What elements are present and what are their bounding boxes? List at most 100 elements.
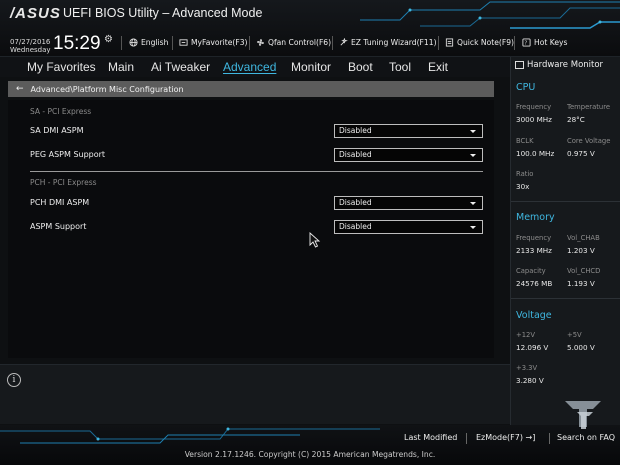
time-settings-gear-icon[interactable]: ⚙ xyxy=(104,34,113,45)
hot-keys-button[interactable]: ? Hot Keys xyxy=(521,37,567,47)
note-icon xyxy=(444,37,454,47)
language-button[interactable]: English xyxy=(128,37,168,47)
v33-label: +3.3V xyxy=(516,364,538,372)
select-value: Disabled xyxy=(339,126,372,135)
section-divider xyxy=(30,171,483,172)
circuit-decoration xyxy=(360,1,620,29)
cpu-heading: CPU xyxy=(516,82,536,93)
option-label-sa-dmi-aspm: SA DMI ASPM xyxy=(30,126,84,135)
footer-bar: Last Modified EzMode(F7) →] Search on FA… xyxy=(0,425,620,465)
dropdown-caret-icon xyxy=(470,226,476,229)
dropdown-caret-icon xyxy=(470,202,476,205)
memory-frequency-value: 2133 MHz xyxy=(516,246,552,255)
v12-value: 12.096 V xyxy=(516,343,549,352)
myfavorite-button[interactable]: MyFavorite(F3) xyxy=(178,37,248,47)
hardware-monitor-label: Hardware Monitor xyxy=(527,60,604,70)
cpu-temperature-value: 28°C xyxy=(567,115,585,124)
bios-window: /ASUS UEFI BIOS Utility – Advanced Mode … xyxy=(0,0,620,465)
tab-boot[interactable]: Boot xyxy=(348,60,373,74)
mouse-pointer-icon xyxy=(309,232,321,248)
hardware-monitor-panel: Hardware Monitor CPU Frequency 3000 MHz … xyxy=(510,57,620,425)
sa-dmi-aspm-select[interactable]: Disabled xyxy=(334,124,483,138)
memory-frequency-label: Frequency xyxy=(516,234,552,242)
cpu-frequency-label: Frequency xyxy=(516,103,552,111)
myfavorite-icon xyxy=(178,37,188,47)
aspm-support-select[interactable]: Disabled xyxy=(334,220,483,234)
hotkeys-icon: ? xyxy=(521,37,531,47)
cpu-frequency-value: 3000 MHz xyxy=(516,115,552,124)
footer-separator xyxy=(466,433,467,444)
header-separator xyxy=(249,36,250,50)
asus-logo: /ASUS xyxy=(10,5,61,22)
date-display: 07/27/2016 Wednesday xyxy=(10,38,51,54)
quick-note-label: Quick Note(F9) xyxy=(457,37,514,47)
myfavorite-label: MyFavorite(F3) xyxy=(191,37,248,47)
breadcrumb-path: Advanced\Platform Misc Configuration xyxy=(30,84,184,94)
select-value: Disabled xyxy=(339,150,372,159)
breadcrumb[interactable]: ← Advanced\Platform Misc Configuration xyxy=(8,81,494,97)
qfan-control-button[interactable]: Qfan Control(F6) xyxy=(255,37,331,47)
ez-tuning-wizard-label: EZ Tuning Wizard(F11) xyxy=(351,37,437,47)
qfan-control-label: Qfan Control(F6) xyxy=(268,37,332,47)
help-info-bar: i xyxy=(0,364,510,424)
header-separator xyxy=(514,36,515,50)
ez-tuning-wizard-button[interactable]: EZ Tuning Wizard(F11) xyxy=(338,37,437,47)
tab-tool[interactable]: Tool xyxy=(389,60,411,74)
back-arrow-icon[interactable]: ← xyxy=(16,84,24,94)
menu-tabs: My Favorites Main Ai Tweaker Advanced Mo… xyxy=(0,57,510,77)
v33-value: 3.280 V xyxy=(516,376,544,385)
tab-ai-tweaker[interactable]: Ai Tweaker xyxy=(151,60,210,74)
select-value: Disabled xyxy=(339,222,372,231)
hw-divider xyxy=(511,298,620,299)
tab-advanced[interactable]: Advanced xyxy=(223,60,276,74)
select-value: Disabled xyxy=(339,198,372,207)
tab-main[interactable]: Main xyxy=(108,60,134,74)
ezmode-button[interactable]: EzMode(F7) →] xyxy=(476,433,535,442)
info-icon: i xyxy=(7,373,21,387)
capacity-label: Capacity xyxy=(516,267,546,275)
voltage-heading: Voltage xyxy=(516,310,552,321)
dropdown-caret-icon xyxy=(470,130,476,133)
vol-chab-value: 1.203 V xyxy=(567,246,595,255)
v5-value: 5.000 V xyxy=(567,343,595,352)
option-label-peg-aspm-support: PEG ASPM Support xyxy=(30,150,106,159)
hw-divider xyxy=(511,201,620,202)
v12-label: +12V xyxy=(516,331,535,339)
watermark-logo xyxy=(565,401,601,429)
ratio-value: 30x xyxy=(516,182,530,191)
last-modified-button[interactable]: Last Modified xyxy=(404,433,457,442)
pch-dmi-aspm-select[interactable]: Disabled xyxy=(334,196,483,210)
header-separator xyxy=(172,36,173,50)
memory-heading: Memory xyxy=(516,212,555,223)
ezmode-label: EzMode(F7) xyxy=(476,433,523,442)
v5-label: +5V xyxy=(567,331,582,339)
search-on-faq-button[interactable]: Search on FAQ xyxy=(557,433,615,442)
option-label-pch-dmi-aspm: PCH DMI ASPM xyxy=(30,198,90,207)
footer-separator xyxy=(549,433,550,444)
hot-keys-label: Hot Keys xyxy=(534,37,568,47)
tab-exit[interactable]: Exit xyxy=(428,60,448,74)
core-voltage-label: Core Voltage xyxy=(567,137,611,145)
vol-chcd-label: Vol_CHCD xyxy=(567,267,601,275)
svg-text:?: ? xyxy=(524,40,527,46)
ez-tuning-icon xyxy=(338,37,348,47)
exit-arrow-icon: →] xyxy=(525,433,536,442)
capacity-value: 24576 MB xyxy=(516,279,553,288)
peg-aspm-support-select[interactable]: Disabled xyxy=(334,148,483,162)
header-bar: /ASUS UEFI BIOS Utility – Advanced Mode … xyxy=(0,0,620,57)
header-separator xyxy=(332,36,333,50)
bclk-label: BCLK xyxy=(516,137,534,145)
quick-note-button[interactable]: Quick Note(F9) xyxy=(444,37,514,47)
section-title-pch-pci-express: PCH - PCI Express xyxy=(30,178,97,187)
ratio-label: Ratio xyxy=(516,170,534,178)
tab-monitor[interactable]: Monitor xyxy=(291,60,331,74)
footer-circuit-decoration xyxy=(0,427,380,444)
day-text: Wednesday xyxy=(10,46,51,54)
tab-my-favorites[interactable]: My Favorites xyxy=(27,60,96,74)
vol-chcd-value: 1.193 V xyxy=(567,279,595,288)
section-title-sa-pci-express: SA - PCI Express xyxy=(30,107,92,116)
header-separator xyxy=(121,36,122,50)
fan-icon xyxy=(255,37,265,47)
language-label: English xyxy=(141,37,169,47)
bclk-value: 100.0 MHz xyxy=(516,149,555,158)
